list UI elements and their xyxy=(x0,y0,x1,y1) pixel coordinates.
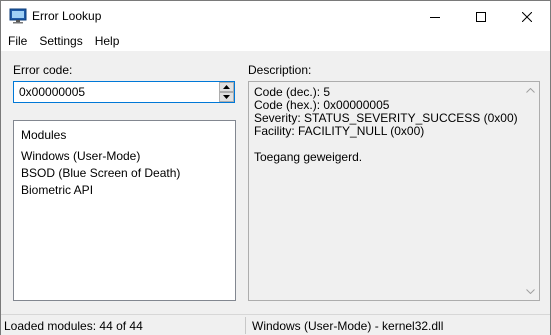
minimize-button[interactable] xyxy=(412,1,458,32)
desc-code-dec: Code (dec.): 5 xyxy=(254,85,331,99)
close-icon xyxy=(522,11,532,22)
error-code-stepper xyxy=(13,81,235,103)
scroll-up-button[interactable] xyxy=(522,82,539,99)
menu-settings[interactable]: Settings xyxy=(33,32,88,51)
desc-severity: Severity: STATUS_SEVERITY_SUCCESS (0x00) xyxy=(254,111,518,125)
status-current-module: Windows (User-Mode) - kernel32.dll xyxy=(252,319,444,333)
description-label: Description: xyxy=(248,63,312,77)
status-loaded-modules: Loaded modules: 44 of 44 xyxy=(4,319,143,333)
menu-bar: File Settings Help xyxy=(1,32,550,51)
chevron-down-icon xyxy=(526,289,535,294)
status-divider xyxy=(245,317,246,334)
scroll-down-button[interactable] xyxy=(522,283,539,300)
spin-up-button[interactable] xyxy=(219,82,234,92)
monitor-icon xyxy=(9,8,27,24)
minimize-icon xyxy=(430,16,440,18)
status-bar: Loaded modules: 44 of 44 Windows (User-M… xyxy=(1,314,550,335)
chevron-down-icon xyxy=(223,95,230,99)
list-item[interactable]: Biometric API xyxy=(21,183,93,197)
title-bar[interactable]: Error Lookup xyxy=(1,1,550,32)
window-title: Error Lookup xyxy=(32,9,102,23)
desc-facility: Facility: FACILITY_NULL (0x00) xyxy=(254,124,425,138)
maximize-icon xyxy=(476,11,486,22)
menu-file[interactable]: File xyxy=(1,32,33,51)
spin-down-button[interactable] xyxy=(219,92,234,102)
desc-code-hex: Code (hex.): 0x00000005 xyxy=(254,98,390,112)
maximize-button[interactable] xyxy=(458,1,504,32)
list-item[interactable]: Windows (User-Mode) xyxy=(21,149,140,163)
main-window: Error Lookup File Settings Help Error co… xyxy=(0,0,551,335)
modules-list[interactable]: Modules Windows (User-Mode) BSOD (Blue S… xyxy=(13,120,236,301)
description-text[interactable]: Code (dec.): 5 Code (hex.): 0x00000005 S… xyxy=(248,81,540,301)
chevron-up-icon xyxy=(223,85,230,89)
close-button[interactable] xyxy=(504,1,550,32)
list-item[interactable]: BSOD (Blue Screen of Death) xyxy=(21,166,180,180)
error-code-input[interactable] xyxy=(14,82,218,102)
description-scrollbar[interactable] xyxy=(522,82,539,300)
modules-header: Modules xyxy=(21,128,67,142)
desc-message: Toegang geweigerd. xyxy=(254,150,363,164)
chevron-up-icon xyxy=(526,88,535,93)
error-code-label: Error code: xyxy=(13,63,73,77)
menu-help[interactable]: Help xyxy=(89,32,126,51)
